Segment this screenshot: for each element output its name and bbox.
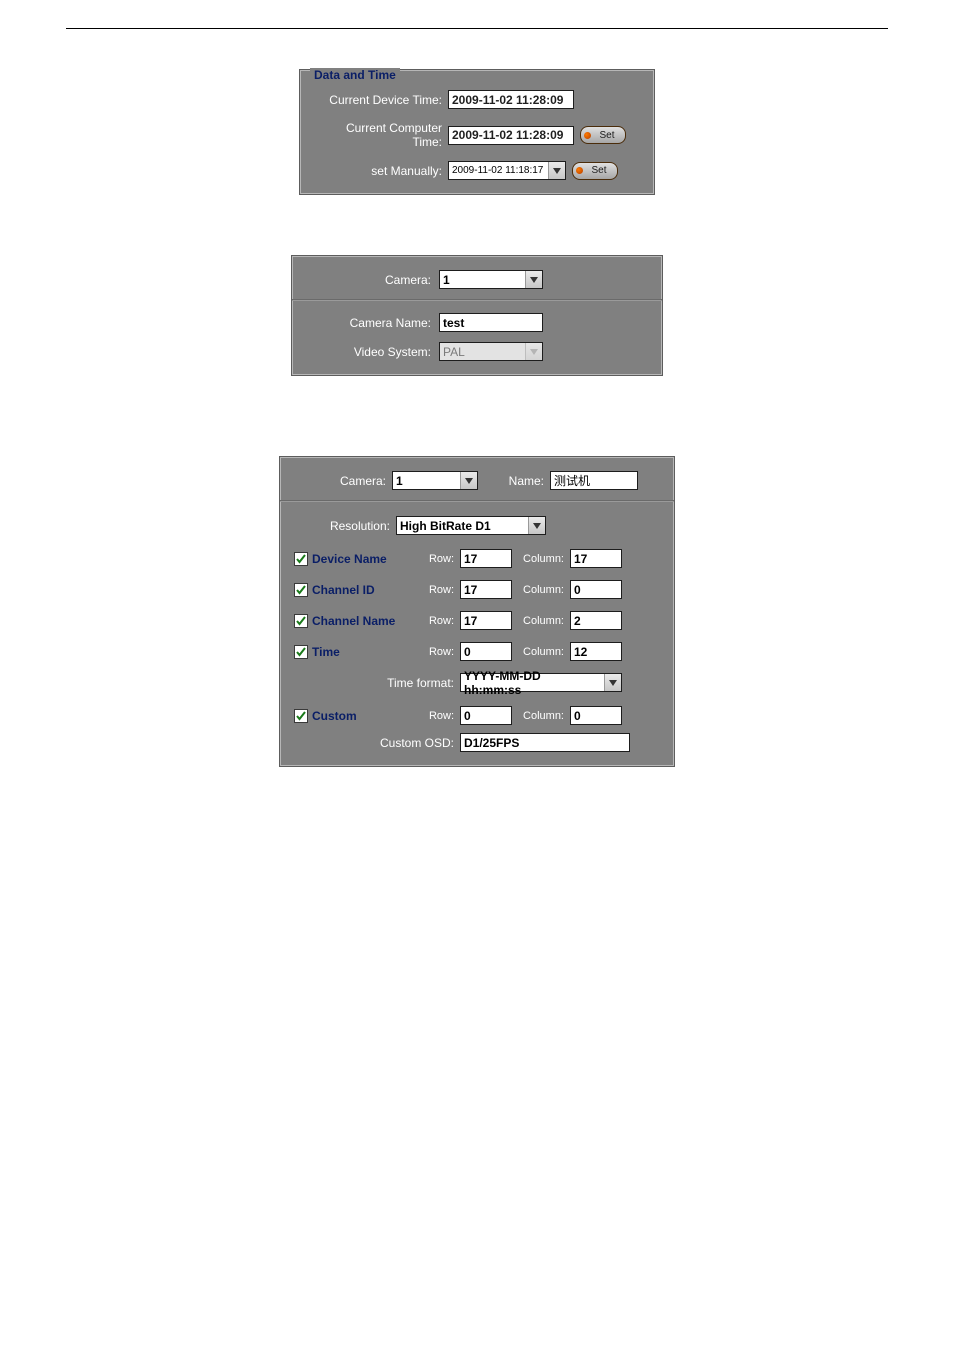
custom-column-input[interactable] <box>570 706 622 725</box>
camera-label: Camera: <box>294 474 386 488</box>
checkbox-checked-icon <box>294 645 308 659</box>
column-label: Column: <box>516 710 564 722</box>
device-name-row-input[interactable] <box>460 549 512 568</box>
channel-name-column-input[interactable] <box>570 611 622 630</box>
time-checkbox[interactable]: Time <box>294 645 404 659</box>
row-label: Row: <box>410 646 454 658</box>
chevron-down-icon[interactable] <box>604 674 621 691</box>
camera-select[interactable]: 1 <box>392 471 478 490</box>
channel-name-label: Channel Name <box>312 614 395 628</box>
custom-row-input[interactable] <box>460 706 512 725</box>
chevron-down-icon <box>525 343 542 360</box>
device-name-column-input[interactable] <box>570 549 622 568</box>
current-device-time-label: Current Device Time: <box>314 93 442 107</box>
name-input[interactable] <box>550 471 638 490</box>
chevron-down-icon[interactable] <box>460 472 477 489</box>
channel-id-column-input[interactable] <box>570 580 622 599</box>
channel-id-row-input[interactable] <box>460 580 512 599</box>
time-column-input[interactable] <box>570 642 622 661</box>
custom-checkbox[interactable]: Custom <box>294 709 404 723</box>
set-manually-label: set Manually: <box>314 164 442 178</box>
video-system-label: Video System: <box>306 345 431 359</box>
column-label: Column: <box>516 646 564 658</box>
checkbox-checked-icon <box>294 709 308 723</box>
time-row-input[interactable] <box>460 642 512 661</box>
row-label: Row: <box>410 553 454 565</box>
osd-panel: Camera: 1 Name: Resolution: High BitRate… <box>279 456 675 767</box>
set-computer-time-button[interactable]: Set <box>580 126 626 144</box>
camera-panel: Camera: 1 Camera Name: Video System: PAL <box>291 255 663 376</box>
panel-legend: Data and Time <box>310 68 400 82</box>
camera-name-label: Camera Name: <box>306 316 431 330</box>
osd-device-name-row: Device Name Row: Column: <box>294 549 660 568</box>
row-label: Row: <box>410 615 454 627</box>
name-label: Name: <box>484 474 544 488</box>
camera-label: Camera: <box>306 273 431 287</box>
time-label: Time <box>312 645 340 659</box>
divider <box>280 500 674 502</box>
column-label: Column: <box>516 615 564 627</box>
device-name-label: Device Name <box>312 552 387 566</box>
osd-custom-row: Custom Row: Column: <box>294 706 660 725</box>
row-label: Row: <box>410 584 454 596</box>
chevron-down-icon[interactable] <box>548 162 565 179</box>
data-and-time-panel: Data and Time Current Device Time: Curre… <box>299 69 655 195</box>
channel-name-checkbox[interactable]: Channel Name <box>294 614 404 628</box>
set-button-label: Set <box>591 130 614 141</box>
custom-osd-label: Custom OSD: <box>294 736 454 750</box>
row-label: Row: <box>410 710 454 722</box>
current-computer-time-label: Current Computer Time: <box>314 121 442 149</box>
camera-select-value: 1 <box>393 474 460 488</box>
channel-name-row-input[interactable] <box>460 611 512 630</box>
horizontal-rule <box>66 28 888 29</box>
set-manually-datetime-picker[interactable]: 2009-11-02 11:18:17 <box>448 161 566 180</box>
time-format-value: YYYY-MM-DD hh:mm:ss <box>461 669 604 697</box>
time-format-label: Time format: <box>294 676 454 690</box>
channel-id-label: Channel ID <box>312 583 375 597</box>
chevron-down-icon[interactable] <box>525 271 542 288</box>
divider <box>292 299 662 301</box>
current-device-time-row: Current Device Time: <box>314 90 640 109</box>
custom-osd-input[interactable] <box>460 733 630 752</box>
checkbox-checked-icon <box>294 614 308 628</box>
set-manually-value: 2009-11-02 11:18:17 <box>449 165 548 176</box>
set-button-label: Set <box>583 165 606 176</box>
custom-label: Custom <box>312 709 357 723</box>
osd-channel-id-row: Channel ID Row: Column: <box>294 580 660 599</box>
checkbox-checked-icon <box>294 552 308 566</box>
column-label: Column: <box>516 584 564 596</box>
chevron-down-icon[interactable] <box>528 517 545 534</box>
current-device-time-value <box>448 90 574 109</box>
time-format-row: Time format: YYYY-MM-DD hh:mm:ss <box>294 673 660 692</box>
resolution-select[interactable]: High BitRate D1 <box>396 516 546 535</box>
current-computer-time-value <box>448 126 574 145</box>
resolution-value: High BitRate D1 <box>397 519 528 533</box>
video-system-value: PAL <box>440 345 525 359</box>
camera-name-input[interactable] <box>439 313 543 332</box>
checkbox-checked-icon <box>294 583 308 597</box>
camera-select-value: 1 <box>440 273 525 287</box>
osd-time-row: Time Row: Column: <box>294 642 660 661</box>
device-name-checkbox[interactable]: Device Name <box>294 552 404 566</box>
set-manual-time-button[interactable]: Set <box>572 162 618 180</box>
column-label: Column: <box>516 553 564 565</box>
channel-id-checkbox[interactable]: Channel ID <box>294 583 404 597</box>
set-manually-row: set Manually: 2009-11-02 11:18:17 Set <box>314 161 640 180</box>
camera-select[interactable]: 1 <box>439 270 543 289</box>
video-system-select: PAL <box>439 342 543 361</box>
time-format-select[interactable]: YYYY-MM-DD hh:mm:ss <box>460 673 622 692</box>
resolution-label: Resolution: <box>294 519 390 533</box>
osd-channel-name-row: Channel Name Row: Column: <box>294 611 660 630</box>
custom-osd-text-row: Custom OSD: <box>294 733 660 752</box>
current-computer-time-row: Current Computer Time: Set <box>314 121 640 149</box>
